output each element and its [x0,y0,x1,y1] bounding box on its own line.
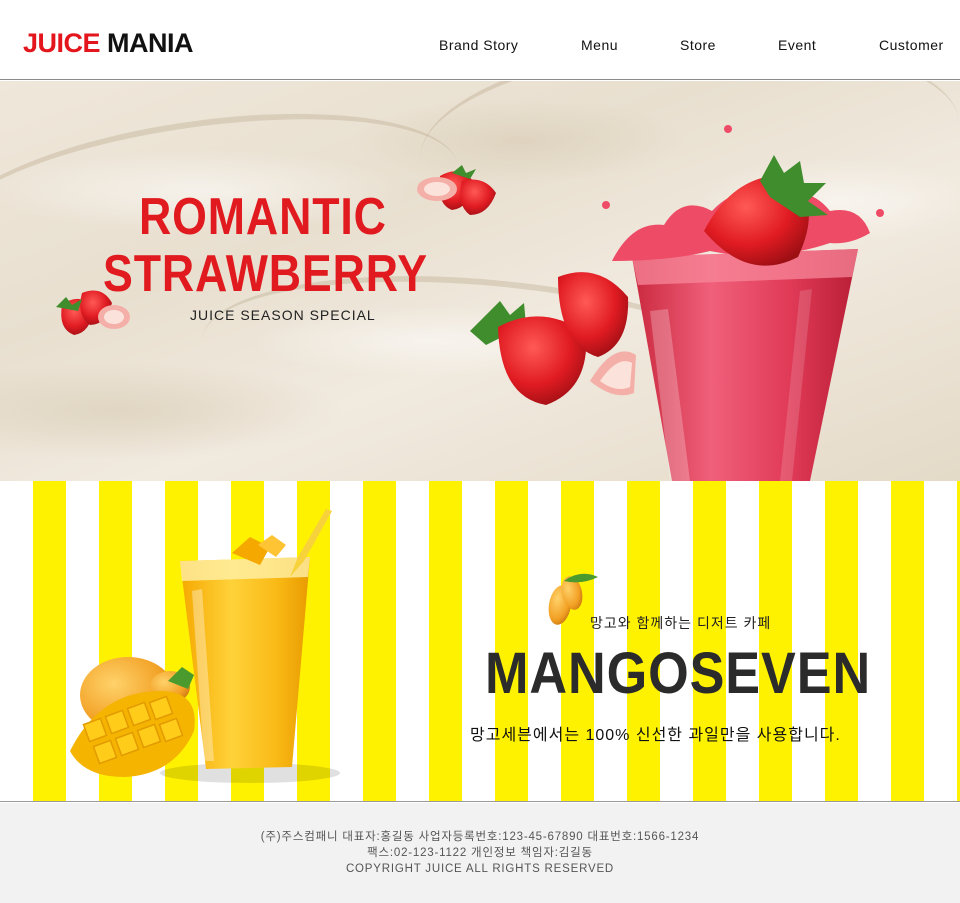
site-footer: (주)주스컴패니 대표자:홍길동 사업자등록번호:123-45-67890 대표… [0,803,960,903]
footer-contact-info: 팩스:02-123-1122 개인정보 책임자:김길동 [367,847,593,859]
strawberry-banner[interactable]: ROMANTIC STRAWBERRY JUICE SEASON SPECIAL [0,81,960,481]
mango-juice-glass [180,509,332,769]
mango-banner[interactable]: 망고와 함께하는 디저트 카페 MANGOSEVEN 망고세븐에서는 100% … [0,481,960,802]
mango-title: MANGOSEVEN [485,641,872,706]
mango-tagline: 망고와 함께하는 디저트 카페 [590,615,772,631]
nav-brand-story[interactable]: Brand Story [439,37,518,53]
footer-company-info: (주)주스컴패니 대표자:홍길동 사업자등록번호:123-45-67890 대표… [260,831,700,843]
hero-subtitle: JUICE SEASON SPECIAL [190,307,376,323]
hero-title-line1: ROMANTIC [139,188,387,246]
main-nav: Brand Story Menu Store Event Customer [0,37,960,57]
juice-glass [602,125,884,481]
nav-event[interactable]: Event [778,37,816,53]
strawberry-cluster-top [417,165,496,215]
strawberry-cluster-big [470,272,636,405]
site-header: JUICE MANIA Brand Story Menu Store Event… [0,0,960,80]
nav-customer[interactable]: Customer [879,37,944,53]
nav-store[interactable]: Store [680,37,716,53]
footer-copyright: COPYRIGHT JUICE ALL RIGHTS RESERVED [345,863,615,875]
hero-title-line2: STRAWBERRY [103,245,428,303]
mango-description: 망고세븐에서는 100% 신선한 과일만을 사용합니다. [470,727,841,744]
nav-menu[interactable]: Menu [581,37,618,53]
